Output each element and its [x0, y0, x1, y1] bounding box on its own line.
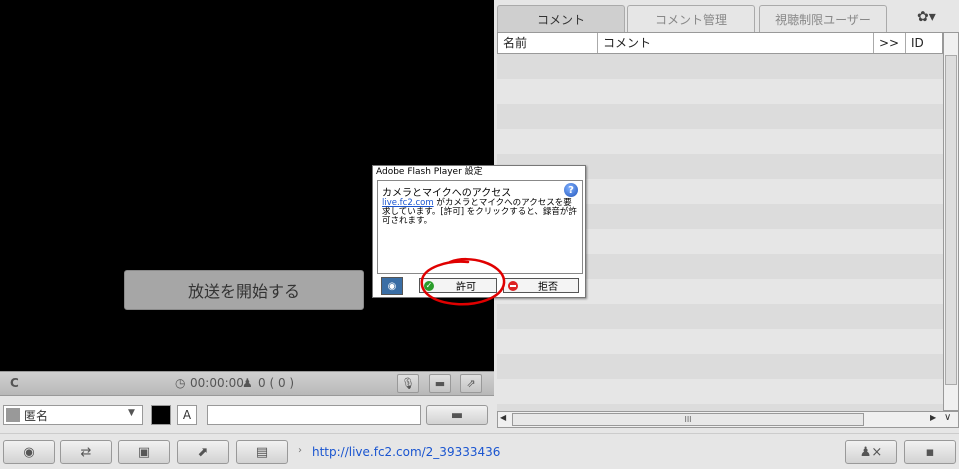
snapshot-icon[interactable]: ▣ [118, 440, 170, 464]
column-comment[interactable]: コメント [598, 33, 874, 53]
chevron-right-icon: › [298, 445, 302, 456]
timer-icon: ◷ [175, 376, 186, 390]
list-item [497, 404, 943, 411]
help-icon[interactable]: ? [564, 183, 578, 197]
viewer-count: 0 ( 0 ) [258, 376, 295, 390]
user-icon [6, 408, 20, 422]
column-expand[interactable]: >> [874, 33, 906, 53]
column-id[interactable]: ID [906, 33, 942, 53]
tab-comments[interactable]: コメント [497, 5, 625, 32]
broadcast-url[interactable]: http://live.fc2.com/2_39333436 [312, 445, 500, 459]
horizontal-scroll-thumb[interactable]: III [512, 413, 864, 426]
share-icon[interactable]: ⬈ [177, 440, 229, 464]
list-item [497, 54, 943, 79]
tab-restricted-users[interactable]: 視聴制限ユーザー [759, 5, 887, 32]
mic-icon[interactable]: 🎙 [397, 374, 419, 393]
list-item [497, 379, 943, 404]
vertical-scrollbar[interactable] [943, 32, 959, 411]
start-broadcast-button[interactable]: 放送を開始する [124, 270, 364, 310]
dialog-heading: カメラとマイクへのアクセス [382, 188, 512, 199]
comment-input-row: 匿名 ▼ A ▬ [0, 397, 494, 430]
webcam-icon[interactable]: ◉ [381, 277, 403, 295]
chat-icon[interactable]: ▬ [429, 374, 451, 393]
deny-label: 拒否 [538, 282, 558, 293]
camera-icon[interactable]: ◉ [3, 440, 55, 464]
elapsed-time: 00:00:00 [190, 376, 244, 390]
film-icon[interactable]: ▤ [236, 440, 288, 464]
user-block-icon[interactable]: ♟× [845, 440, 897, 464]
comment-input[interactable] [207, 405, 421, 425]
bottom-toolbar: ◉ ⇄ ▣ ⬈ ▤ › http://live.fc2.com/2_393334… [0, 433, 959, 469]
name-select[interactable]: 匿名 ▼ [3, 405, 143, 425]
chevron-down-icon: ▼ [128, 408, 135, 418]
list-item [497, 329, 943, 354]
scroll-left-icon[interactable]: ◀ [500, 413, 506, 422]
refresh-icon[interactable]: C [10, 376, 19, 390]
font-size-button[interactable]: A [177, 405, 197, 425]
column-name[interactable]: 名前 [498, 33, 598, 53]
comment-table-header: 名前 コメント >> ID [497, 32, 943, 54]
popout-icon[interactable]: ⇗ [460, 374, 482, 393]
send-comment-button[interactable]: ▬ [426, 405, 488, 425]
status-bar: C ◷ 00:00:00 ♟ 0 ( 0 ) 🎙 ▬ ⇗ [0, 371, 494, 396]
tab-bar: コメント コメント管理 視聴制限ユーザー ✿▾ [497, 5, 959, 32]
list-item [497, 304, 943, 329]
viewer-icon: ♟ [242, 376, 253, 390]
panel-toggle-icon[interactable]: ▪ [904, 440, 956, 464]
dialog-message: live.fc2.com がカメラとマイクへのアクセスを要求しています。[許可]… [382, 199, 580, 226]
gear-icon[interactable]: ✿▾ [917, 9, 936, 25]
dialog-title: Adobe Flash Player 設定 [376, 167, 483, 177]
list-item [497, 354, 943, 379]
vertical-scroll-thumb[interactable] [945, 55, 957, 385]
tab-comment-management[interactable]: コメント管理 [627, 5, 755, 32]
list-item [497, 129, 943, 154]
swap-icon[interactable]: ⇄ [60, 440, 112, 464]
red-circle-annotation [420, 257, 506, 306]
list-item [497, 79, 943, 104]
deny-button[interactable]: 拒否 [503, 278, 579, 293]
color-picker[interactable] [151, 405, 171, 425]
name-value: 匿名 [24, 408, 49, 423]
scroll-down-icon[interactable]: ∨ [944, 412, 951, 423]
scroll-right-icon[interactable]: ▶ [930, 413, 936, 422]
horizontal-scrollbar[interactable]: ◀ III ▶ ∨ [497, 411, 959, 428]
list-item [497, 104, 943, 129]
